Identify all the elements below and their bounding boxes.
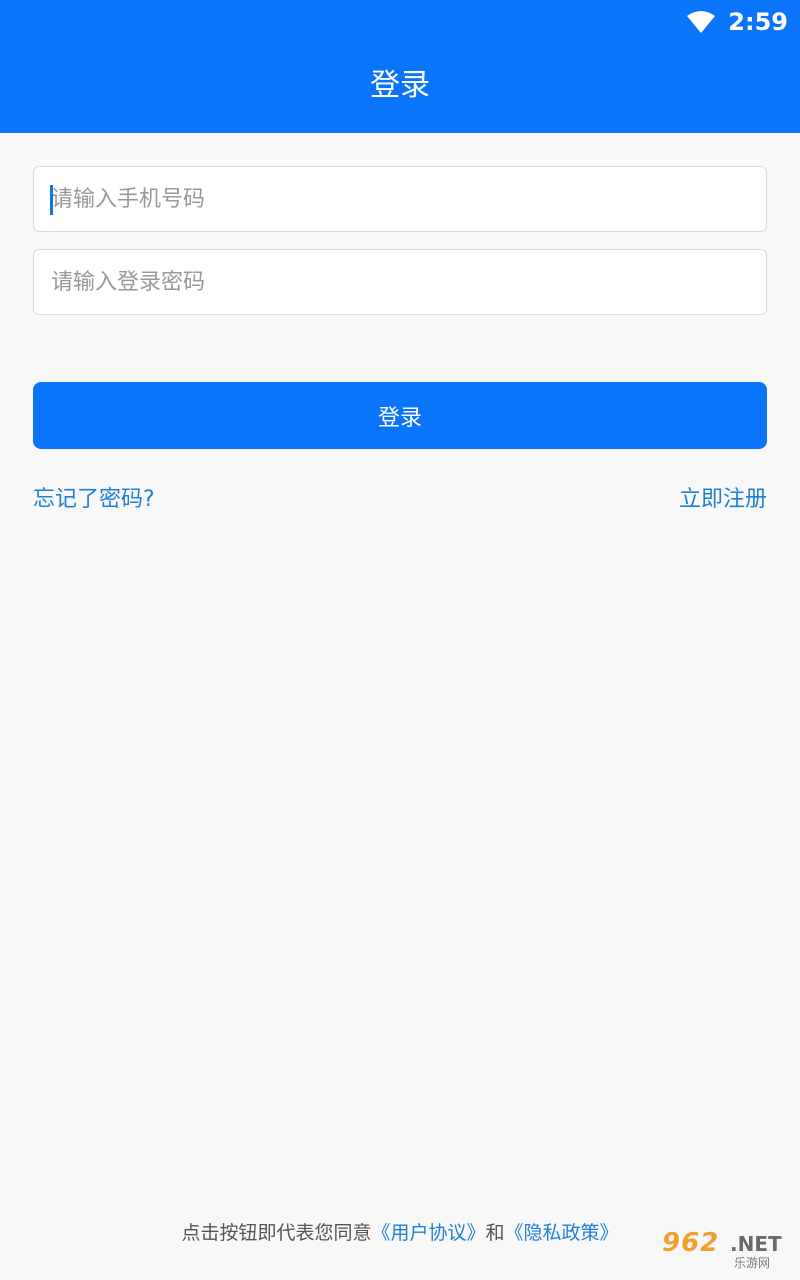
watermark-site: 乐游网 — [734, 1256, 771, 1270]
user-agreement-link[interactable]: 《用户协议》 — [371, 1222, 485, 1244]
watermark-number: 962 — [662, 1228, 720, 1258]
password-field[interactable] — [33, 249, 767, 315]
agreement-and: 和 — [485, 1222, 505, 1244]
phone-input[interactable] — [34, 167, 766, 231]
status-bar: 2:59 — [686, 8, 788, 36]
password-input[interactable] — [34, 250, 766, 314]
forgot-password-link[interactable]: 忘记了密码? — [33, 484, 155, 516]
login-screen: 2:59 登录 登录 忘记了密码? 立即注册 点击按钮即代表您同意《用户协议》和… — [0, 0, 800, 1280]
phone-field[interactable] — [33, 166, 767, 232]
wifi-icon — [687, 11, 716, 33]
register-link[interactable]: 立即注册 — [679, 484, 767, 516]
privacy-policy-link[interactable]: 《隐私政策》 — [505, 1222, 619, 1244]
agreement-prefix: 点击按钮即代表您同意 — [181, 1222, 372, 1244]
site-watermark: 962 .NET 乐游网 — [662, 1228, 792, 1274]
watermark-net: .NET — [730, 1232, 782, 1256]
status-time: 2:59 — [728, 8, 788, 36]
login-button[interactable]: 登录 — [33, 382, 767, 449]
page-title: 登录 — [370, 68, 430, 103]
text-caret — [50, 185, 53, 215]
app-bar: 2:59 登录 — [0, 0, 800, 133]
